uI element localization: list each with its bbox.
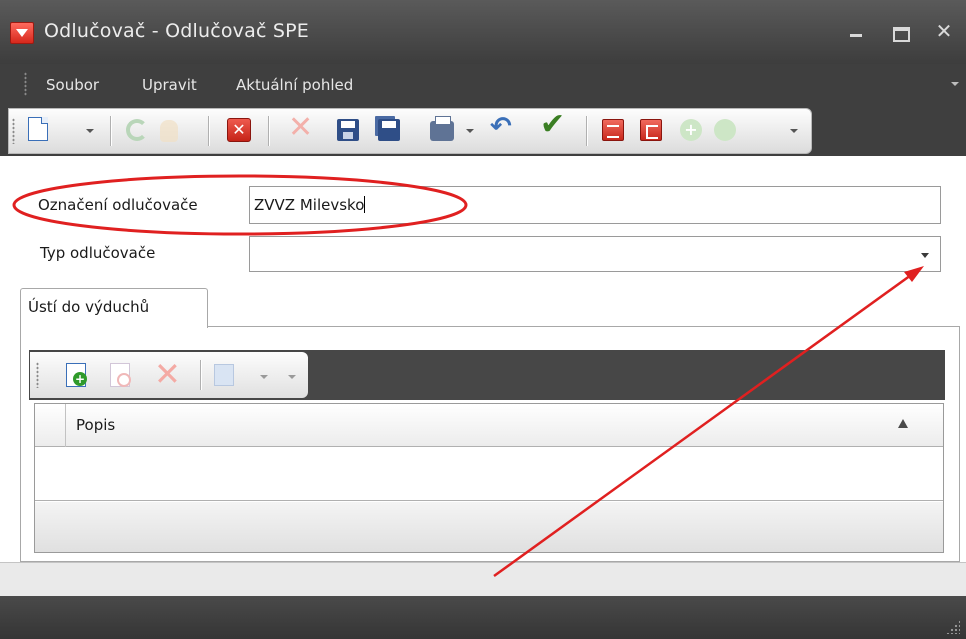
save-icon[interactable] <box>337 119 359 141</box>
menu-item-aktualni-pohled[interactable]: Aktuální pohled <box>236 76 353 94</box>
toolbar-overflow-icon[interactable] <box>790 129 798 133</box>
text-caret <box>364 196 366 213</box>
maximize-button[interactable] <box>886 18 914 44</box>
form-bottom-area <box>0 562 966 596</box>
oznaceni-value: ZVVZ Milevsko <box>254 196 365 214</box>
copy-dropdown-icon[interactable] <box>260 375 268 379</box>
tab-usti-do-vyduchu[interactable]: Ústí do výduchů <box>20 288 208 328</box>
toolbar-separator <box>208 116 209 146</box>
copy-record-icon[interactable] <box>214 364 234 386</box>
oznaceni-input[interactable]: ZVVZ Milevsko <box>249 186 941 224</box>
print-dropdown-icon[interactable] <box>466 129 474 133</box>
cancel-x-icon[interactable]: ✕ <box>288 113 314 143</box>
undo-icon[interactable]: ↶ <box>490 114 516 140</box>
typ-label: Typ odlučovače <box>40 244 156 262</box>
menu-item-upravit[interactable]: Upravit <box>142 76 197 94</box>
oznaceni-label: Označení odlučovače <box>38 196 198 214</box>
menu-item-soubor[interactable]: Soubor <box>46 76 99 94</box>
column-header-popis[interactable]: Popis <box>76 416 115 434</box>
hand-icon[interactable] <box>160 120 178 142</box>
minimize-button[interactable] <box>842 18 870 44</box>
close-button[interactable]: ✕ <box>930 18 958 44</box>
new-document-icon[interactable] <box>28 117 48 141</box>
app-logo-icon <box>10 22 34 44</box>
toolbar-separator <box>110 116 111 146</box>
new-dropdown-icon[interactable] <box>86 129 94 133</box>
red-book-icon[interactable] <box>602 119 624 141</box>
menu-grip[interactable] <box>24 72 27 96</box>
toolbar-separator <box>200 360 201 390</box>
grid-toolbar-overflow-icon[interactable] <box>288 375 296 379</box>
edit-record-icon[interactable] <box>110 363 131 387</box>
sort-ascending-icon[interactable] <box>898 419 908 428</box>
refresh-icon[interactable] <box>126 119 148 141</box>
application-window: Odlučovač - Odlučovač SPE ✕ Soubor Uprav… <box>0 0 966 639</box>
grid-toolbar-grip[interactable] <box>36 362 39 388</box>
toolbar-grip[interactable] <box>12 118 15 144</box>
print-icon[interactable] <box>430 116 454 141</box>
add-record-icon[interactable] <box>66 363 87 387</box>
delete-red-icon[interactable]: ✕ <box>227 118 251 142</box>
toolbar-separator <box>586 116 587 146</box>
green-plus-icon[interactable]: + <box>680 119 702 141</box>
grid-header <box>35 404 943 447</box>
checkmark-icon[interactable]: ✔ <box>540 110 566 140</box>
grid-new-row[interactable] <box>35 447 943 501</box>
grid-footer <box>35 502 943 552</box>
toolbar-separator <box>268 116 269 146</box>
green-down-icon[interactable] <box>714 119 736 141</box>
grid-row-selector-header[interactable] <box>35 404 66 447</box>
delete-record-icon[interactable]: ✕ <box>154 358 181 390</box>
chevron-down-icon[interactable] <box>921 253 929 258</box>
menu-overflow-icon[interactable] <box>951 82 959 86</box>
typ-select[interactable] <box>249 236 941 272</box>
window-title: Odlučovač - Odlučovač SPE <box>44 20 309 42</box>
status-bar <box>0 596 966 639</box>
red-book-exit-icon[interactable] <box>640 119 662 141</box>
save-as-icon[interactable] <box>378 119 400 141</box>
